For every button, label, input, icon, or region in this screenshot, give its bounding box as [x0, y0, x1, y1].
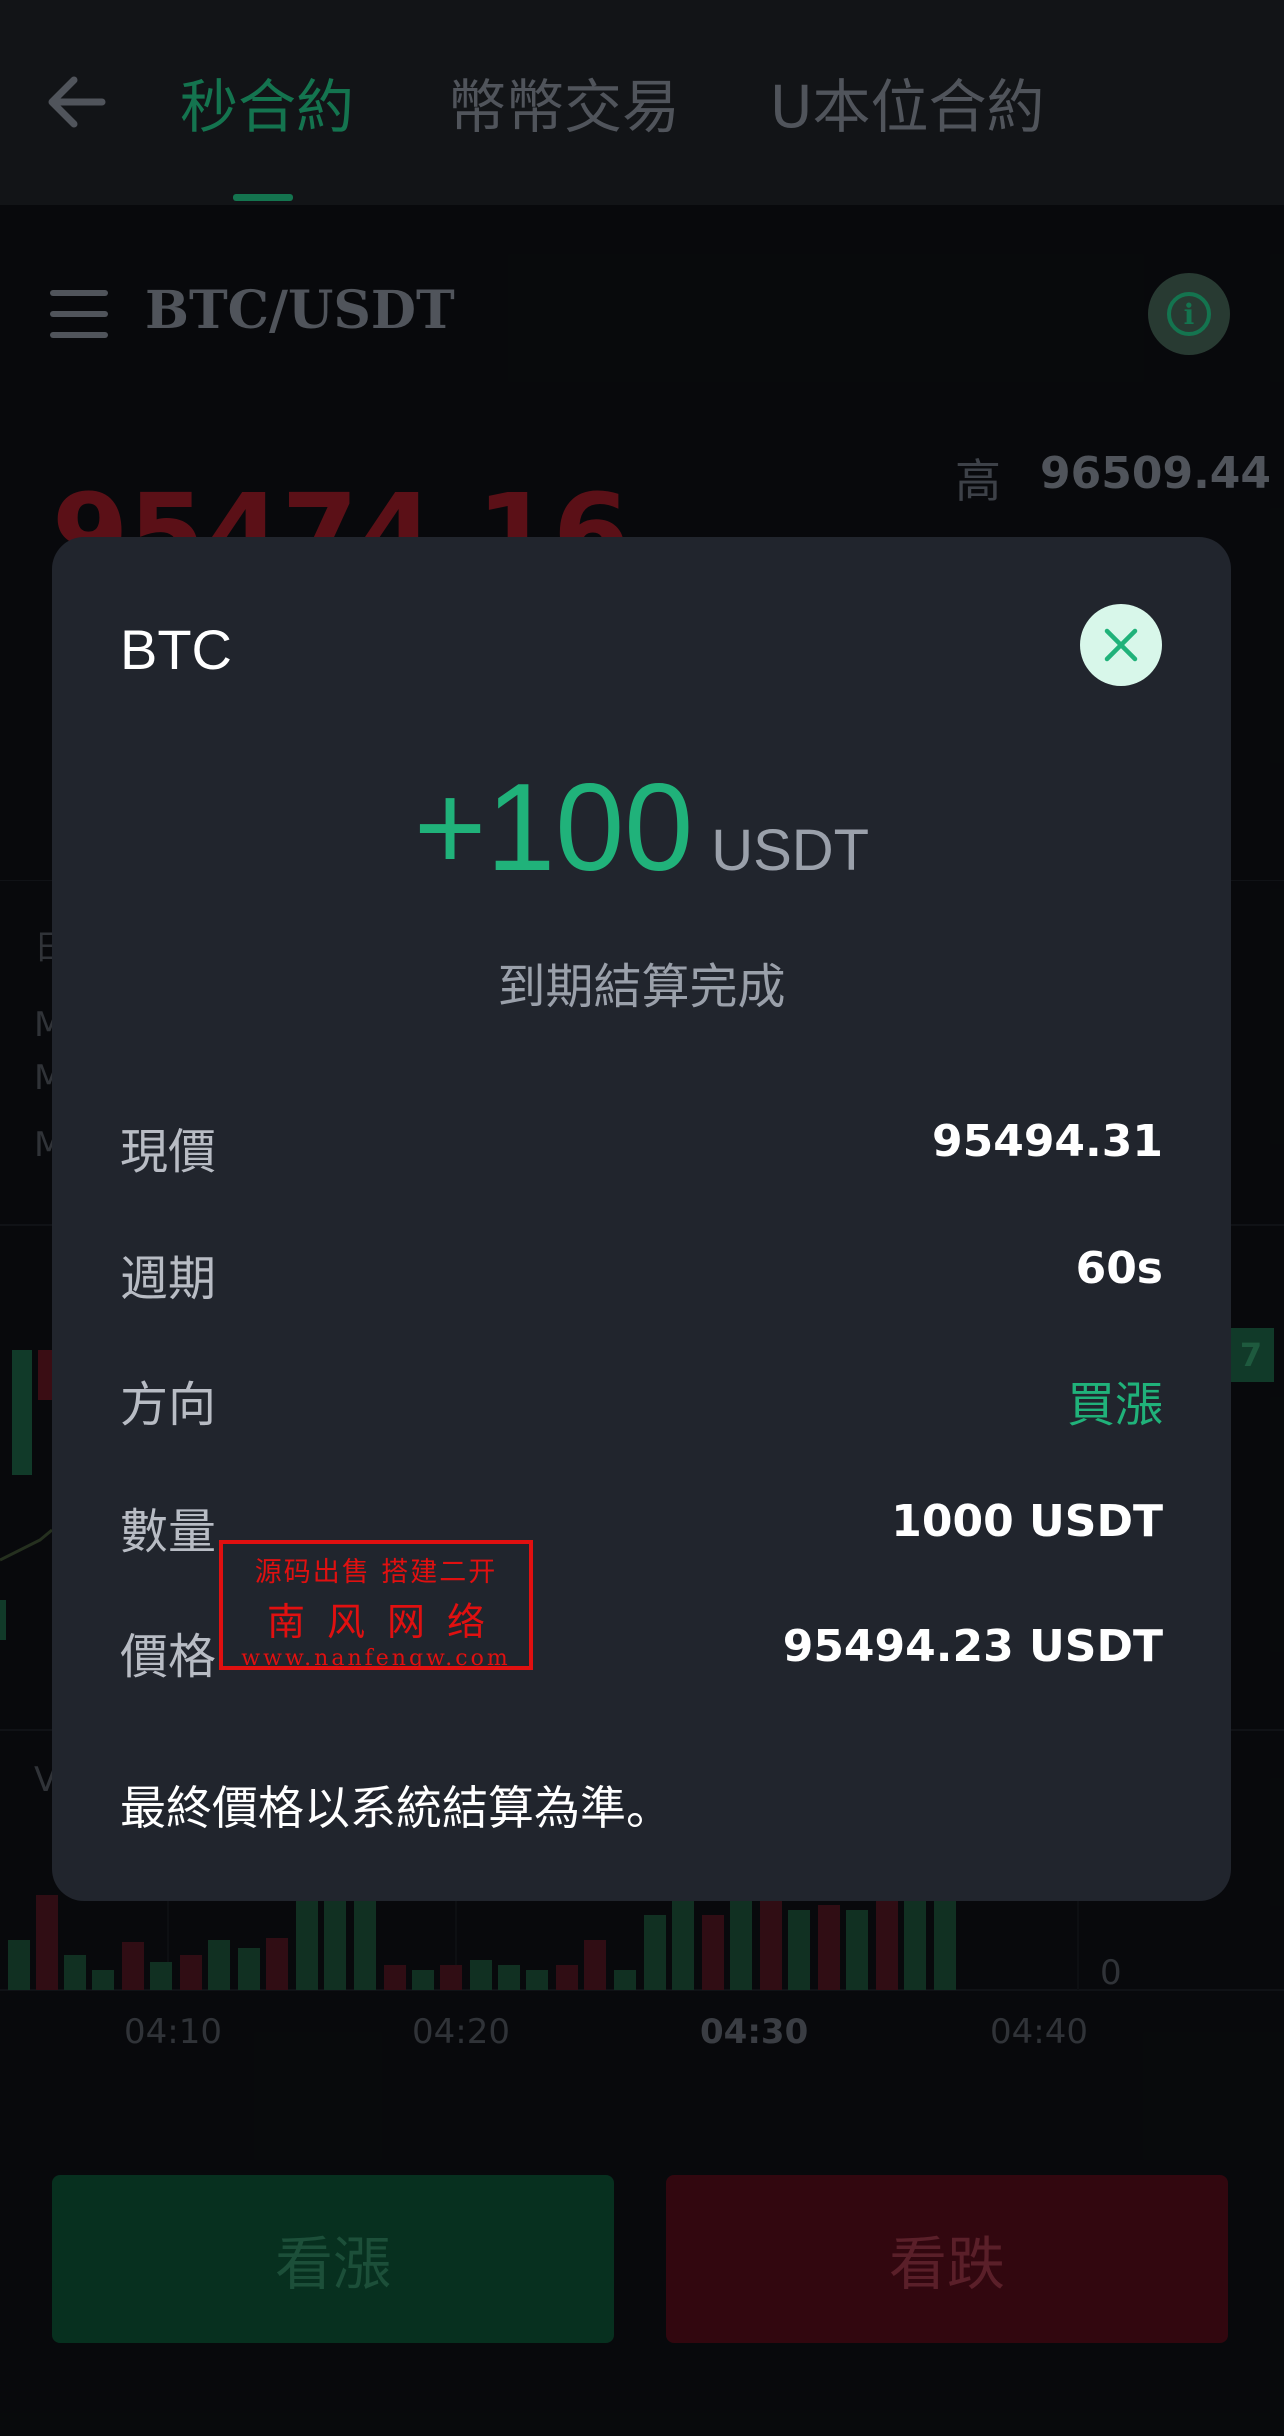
- detail-value: 95494.31: [931, 1116, 1163, 1167]
- close-button[interactable]: [1080, 604, 1162, 686]
- profit-display: +100 USDT: [52, 757, 1231, 899]
- detail-label: 週期: [120, 1251, 217, 1307]
- detail-value: 買漲: [1066, 1377, 1163, 1433]
- detail-label: 價格: [120, 1629, 217, 1685]
- watermark-line: 源码出售 搭建二开: [254, 1557, 498, 1588]
- settlement-status: 到期結算完成: [497, 959, 786, 1015]
- close-icon: [1104, 628, 1138, 662]
- detail-label: 方向: [120, 1377, 217, 1433]
- profit-unit: USDT: [711, 818, 870, 883]
- detail-row-direction: 方向 買漲: [120, 1365, 1163, 1445]
- detail-row-current-price: 現價 95494.31: [120, 1112, 1163, 1192]
- detail-row-period: 週期 60s: [120, 1239, 1163, 1319]
- app-screen: 秒合約 幣幣交易 U本位合約 BTC/USDT i 高 96509.44 954…: [0, 0, 1284, 2436]
- settlement-footnote: 最終價格以系統結算為準。: [120, 1781, 672, 1835]
- detail-value: 1000 USDT: [891, 1496, 1163, 1547]
- watermark-line: www.nanfengw.com: [241, 1646, 511, 1671]
- watermark-stamp: 源码出售 搭建二开 南风网络 www.nanfengw.com: [219, 1540, 533, 1671]
- settlement-dialog: BTC +100 USDT 到期結算完成 現價 95494.31 週期 60s 方…: [52, 537, 1231, 1901]
- watermark-line: 南风网络: [266, 1600, 507, 1644]
- profit-amount: +100: [413, 759, 694, 897]
- detail-value: 60s: [1075, 1243, 1163, 1294]
- dialog-title: BTC: [120, 618, 232, 681]
- detail-label: 數量: [120, 1504, 217, 1560]
- detail-value: 95494.23 USDT: [782, 1621, 1163, 1672]
- detail-label: 現價: [120, 1124, 217, 1180]
